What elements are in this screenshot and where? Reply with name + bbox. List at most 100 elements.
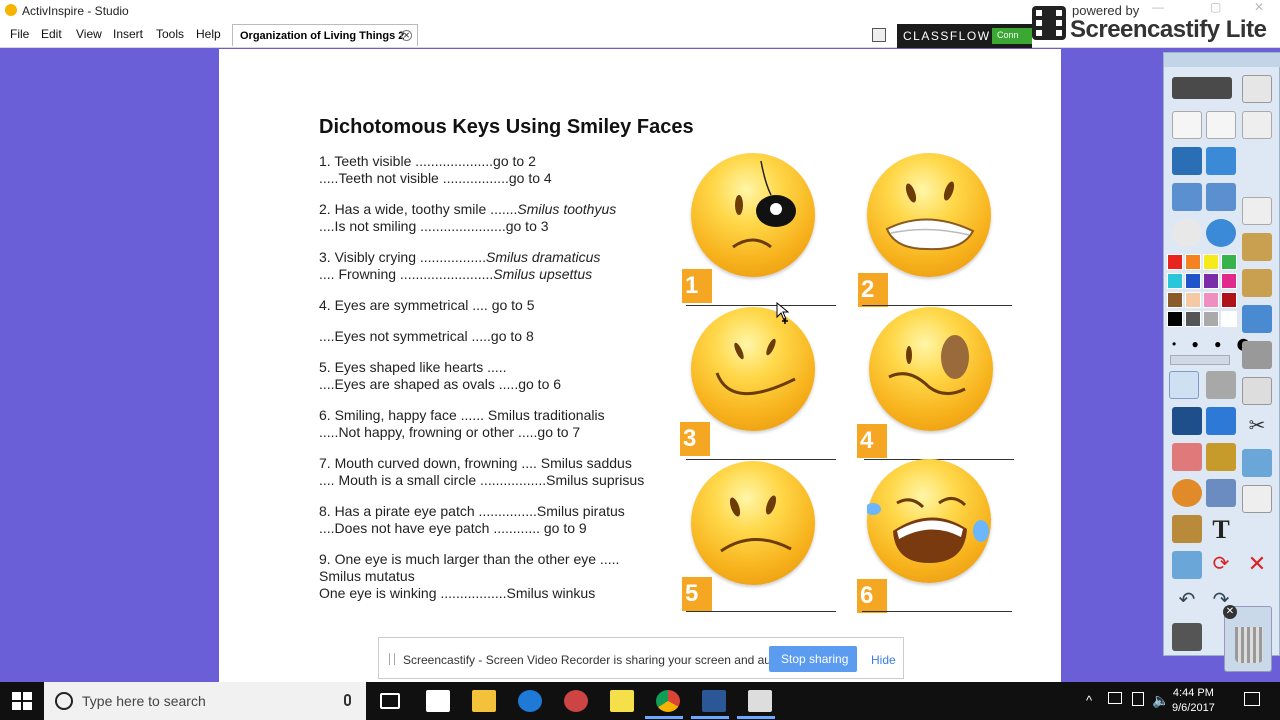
frowning-face-icon[interactable] xyxy=(691,461,815,585)
select-tool-icon[interactable] xyxy=(1169,371,1199,399)
key-line: ....Eyes not symmetrical .....go to 8 xyxy=(319,328,644,345)
system-clock[interactable]: 4:44 PM 9/6/2017 xyxy=(1172,686,1215,716)
side-tool-3-icon[interactable] xyxy=(1242,233,1272,261)
clear-tool-icon[interactable] xyxy=(1172,551,1202,579)
drag-handle-icon[interactable] xyxy=(389,653,395,665)
color-swatch[interactable] xyxy=(1221,273,1237,289)
print-icon[interactable] xyxy=(1242,341,1272,369)
switch-profile-button[interactable] xyxy=(1172,77,1232,99)
highlighter-tool-icon[interactable] xyxy=(1206,407,1236,435)
undo-icon[interactable]: ↶ xyxy=(1172,587,1202,615)
duplicate-icon[interactable] xyxy=(1242,485,1272,513)
network-icon[interactable] xyxy=(1108,692,1122,704)
paste-icon[interactable] xyxy=(1242,377,1272,405)
color-swatch[interactable] xyxy=(1203,273,1219,289)
pirate-face-icon[interactable] xyxy=(691,153,815,277)
color-swatch[interactable] xyxy=(1167,292,1183,308)
color-swatch[interactable] xyxy=(1185,273,1201,289)
browser-icon[interactable] xyxy=(1206,111,1236,139)
face-number-label: 3 xyxy=(680,422,710,456)
side-tool-2-icon[interactable] xyxy=(1242,197,1272,225)
color-swatch[interactable] xyxy=(1185,292,1201,308)
species-name: Smilus toothyus xyxy=(517,201,617,217)
side-tool-5-icon[interactable] xyxy=(1242,305,1272,333)
color-swatch[interactable] xyxy=(1167,254,1183,270)
pen-tool-icon[interactable] xyxy=(1172,407,1202,435)
classflow-connect-button[interactable]: Conn xyxy=(992,28,1032,44)
smiling-face-icon[interactable] xyxy=(691,307,815,431)
side-tool-1-icon[interactable] xyxy=(1242,111,1272,139)
color-swatch[interactable] xyxy=(1203,292,1219,308)
reset-page-icon[interactable]: ⟳ xyxy=(1206,551,1236,579)
menu-file[interactable]: File xyxy=(10,27,29,41)
activinspire-taskbar-icon[interactable] xyxy=(748,690,772,712)
key-step: 9. One eye is much larger than the other… xyxy=(319,551,644,602)
color-swatch[interactable] xyxy=(1167,273,1183,289)
stop-sharing-button[interactable]: Stop sharing xyxy=(769,646,857,672)
color-swatch[interactable] xyxy=(1203,254,1219,270)
show-hidden-icons[interactable]: ^ xyxy=(1086,693,1092,708)
color-swatch[interactable] xyxy=(1221,292,1237,308)
notifications-icon[interactable] xyxy=(1244,692,1260,706)
toolbox-header[interactable] xyxy=(1164,53,1280,67)
next-page-icon[interactable] xyxy=(1206,183,1236,211)
sticky-notes-icon[interactable] xyxy=(610,690,634,712)
key-step: 7. Mouth curved down, frowning .... Smil… xyxy=(319,455,644,489)
chrome-icon[interactable] xyxy=(656,690,680,712)
trash-bin[interactable]: ✕ xyxy=(1223,605,1272,672)
key-step: 3. Visibly crying .................Smilu… xyxy=(319,249,644,283)
uneven-eye-face-icon[interactable] xyxy=(869,307,993,431)
desktop-tools-icon[interactable] xyxy=(1206,147,1236,175)
close-trash-icon[interactable]: ✕ xyxy=(1223,605,1237,619)
user-icon[interactable] xyxy=(1242,75,1272,103)
color-swatch[interactable] xyxy=(1185,254,1201,270)
device-icon[interactable] xyxy=(1132,692,1144,706)
task-view-icon[interactable] xyxy=(380,693,400,709)
previous-page-icon[interactable] xyxy=(1172,183,1202,211)
microphone-icon[interactable] xyxy=(344,694,351,706)
menu-view[interactable]: View xyxy=(76,27,102,41)
page-browser-icon[interactable] xyxy=(872,28,886,42)
volume-icon[interactable]: 🔈 xyxy=(1152,692,1169,709)
play-icon[interactable] xyxy=(1172,219,1202,247)
scissors-icon[interactable]: ✂ xyxy=(1242,413,1272,441)
shape-tool-icon[interactable] xyxy=(1172,479,1202,507)
pen-width-slider[interactable] xyxy=(1170,355,1230,365)
store-icon[interactable] xyxy=(426,690,450,712)
menu-edit[interactable]: Edit xyxy=(41,27,62,41)
word-icon[interactable] xyxy=(702,690,726,712)
toothy-face-icon[interactable] xyxy=(867,153,991,277)
color-swatch[interactable] xyxy=(1185,311,1201,327)
windows-start-icon[interactable] xyxy=(12,692,32,710)
side-tool-4-icon[interactable] xyxy=(1242,269,1272,297)
fill-tool-icon[interactable] xyxy=(1206,443,1236,471)
tools-icon[interactable] xyxy=(1206,371,1236,399)
hide-button[interactable]: Hide xyxy=(871,653,896,667)
color-swatch[interactable] xyxy=(1167,311,1183,327)
color-swatch[interactable] xyxy=(1203,311,1219,327)
save-icon[interactable] xyxy=(1172,623,1202,651)
file-explorer-icon[interactable] xyxy=(472,690,496,712)
connector-tool-icon[interactable] xyxy=(1206,479,1236,507)
text-tool-icon[interactable]: T xyxy=(1206,515,1236,544)
document-tab[interactable]: Organization of Living Things 2 ✕ xyxy=(232,24,418,46)
menu-help[interactable]: Help xyxy=(196,27,221,41)
export-icon[interactable] xyxy=(1242,449,1272,477)
crying-face-icon[interactable] xyxy=(867,459,991,583)
taskbar-search[interactable]: Type here to search xyxy=(44,682,366,720)
flipchart-page[interactable]: Dichotomous Keys Using Smiley Faces 1. T… xyxy=(219,49,1061,682)
eraser-tool-icon[interactable] xyxy=(1172,443,1202,471)
magic-ink-icon[interactable] xyxy=(1172,515,1202,543)
flipchart-icon[interactable] xyxy=(1172,111,1202,139)
color-swatch[interactable] xyxy=(1221,254,1237,270)
tab-close-icon[interactable]: ✕ xyxy=(401,30,412,41)
snipping-tool-icon[interactable] xyxy=(564,690,588,712)
edge-icon[interactable] xyxy=(518,690,542,712)
species-name: Smilus upsettus xyxy=(493,266,593,282)
annotate-desktop-icon[interactable] xyxy=(1172,147,1202,175)
menu-insert[interactable]: Insert xyxy=(113,27,143,41)
menu-tools[interactable]: Tools xyxy=(156,27,184,41)
web-browser-icon[interactable] xyxy=(1206,219,1236,247)
delete-icon[interactable]: ✕ xyxy=(1242,551,1272,579)
color-swatch[interactable] xyxy=(1221,311,1237,327)
